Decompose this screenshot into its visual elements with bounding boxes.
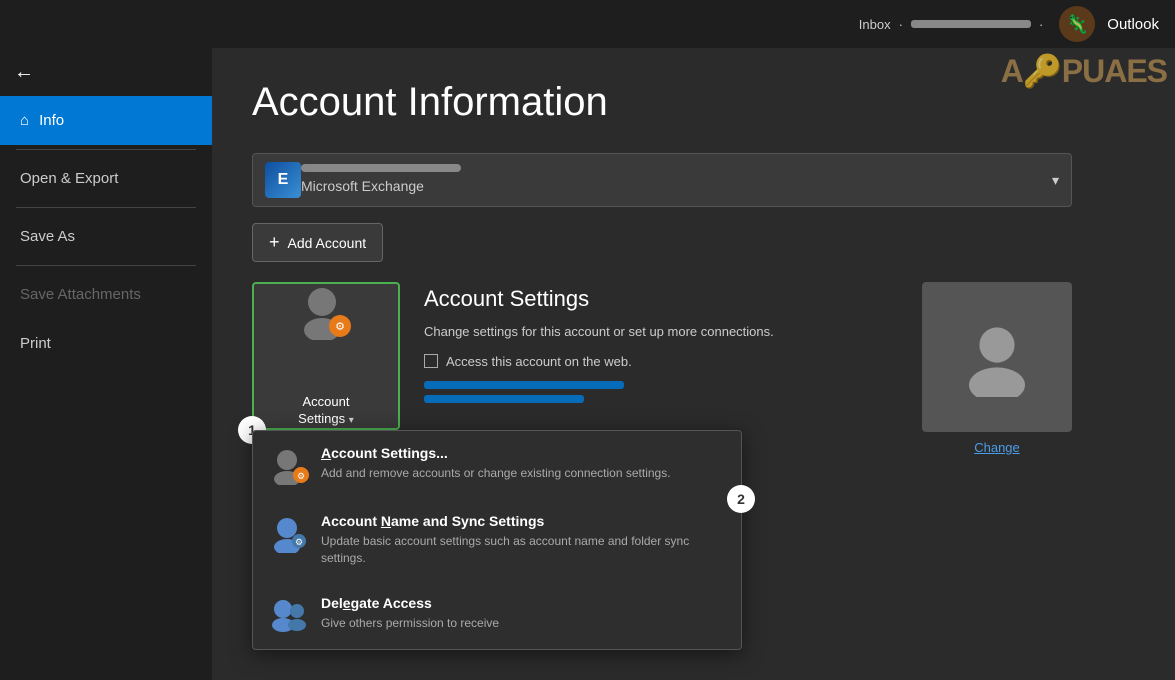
access-web-label: Access this account on the web. [446, 354, 632, 369]
circle-badge-2: 2 [727, 485, 755, 513]
dropdown-item-3-desc: Give others permission to receive [321, 615, 499, 632]
profile-picture-area: Change [922, 282, 1072, 455]
dropdown-item-3-text: Delegate Access Give others permission t… [321, 595, 499, 632]
user-avatar-icon: 🦎 [1059, 6, 1095, 42]
back-icon: ← [14, 61, 34, 84]
account-dropdown-text: Microsoft Exchange [301, 164, 1052, 196]
dropdown-item-1-text: Account Settings... Add and remove accou… [321, 445, 671, 482]
sidebar-save-attachments-label: Save Attachments [20, 286, 141, 303]
profile-picture [922, 282, 1072, 432]
svg-text:⚙: ⚙ [297, 471, 305, 481]
sidebar-divider-3 [16, 265, 196, 266]
sidebar-info-label: Info [39, 112, 64, 129]
dropdown-item-2-title: Account Name and Sync Settings [321, 513, 725, 529]
account-settings-btn-wrapper: ⚙ Account Settings ▾ 1 [252, 282, 400, 430]
page-title: Account Information [252, 80, 1135, 125]
inbox-separator: · [899, 17, 903, 32]
add-account-button[interactable]: + Add Account [252, 223, 383, 262]
sidebar-item-print[interactable]: Print [0, 319, 212, 368]
account-settings-btn-label: Account Settings ▾ [298, 394, 354, 428]
account-type-label: Microsoft Exchange [301, 178, 424, 194]
main-layout: ← ⌂ Info Open & Export Save As Save Atta… [0, 48, 1175, 680]
sidebar-item-save-attachments: Save Attachments [0, 270, 212, 319]
sidebar-divider-2 [16, 207, 196, 208]
dropdown-arrow-icon: ▾ [1052, 172, 1059, 189]
top-bar: Inbox · · 🦎 Outlook [0, 0, 1175, 48]
dropdown-item-account-settings[interactable]: ⚙ Account Settings... Add and remove acc… [253, 431, 741, 499]
account-settings-button[interactable]: ⚙ Account Settings ▾ [252, 282, 400, 430]
sidebar: ← ⌂ Info Open & Export Save As Save Atta… [0, 48, 212, 680]
svg-text:⚙: ⚙ [335, 321, 345, 333]
account-settings-arrow-icon: ▾ [349, 415, 354, 426]
dropdown-item-3-title: Delegate Access [321, 595, 499, 611]
account-email-blurred [301, 164, 461, 172]
sidebar-item-open-export[interactable]: Open & Export [0, 154, 212, 203]
account-settings-section: ⚙ Account Settings ▾ 1 Account [252, 282, 1072, 430]
back-button[interactable]: ← [0, 48, 48, 96]
sidebar-item-save-as[interactable]: Save As [0, 212, 212, 261]
exchange-icon: E [265, 162, 301, 198]
account-settings-icon: ⚙ [298, 284, 354, 339]
sidebar-divider-1 [16, 149, 196, 150]
access-web-checkbox[interactable] [424, 354, 438, 368]
account-settings-dropdown: ⚙ Account Settings... Add and remove acc… [252, 430, 742, 650]
topbar-separator2: · [1039, 17, 1043, 32]
dropdown-item-1-icon: ⚙ [269, 445, 309, 485]
dropdown-item-2-icon: ⚙ [269, 513, 309, 553]
content-area: A🔑PUAES Account Information E Microsoft … [212, 48, 1175, 680]
dropdown-item-2-text: Account Name and Sync Settings Update ba… [321, 513, 725, 567]
sidebar-save-as-label: Save As [20, 228, 75, 245]
add-account-label: Add Account [288, 235, 367, 251]
dropdown-item-2-desc: Update basic account settings such as ac… [321, 533, 725, 567]
sidebar-open-export-label: Open & Export [20, 170, 118, 187]
inbox-label: Inbox [859, 17, 891, 32]
sidebar-item-info[interactable]: ⌂ Info [0, 96, 212, 145]
dropdown-item-3-icon [269, 595, 309, 635]
plus-icon: + [269, 232, 280, 253]
change-photo-link[interactable]: Change [974, 440, 1020, 455]
dropdown-item-1-desc: Add and remove accounts or change existi… [321, 465, 671, 482]
account-dropdown[interactable]: E Microsoft Exchange ▾ [252, 153, 1072, 207]
outlook-label: Outlook [1107, 16, 1159, 33]
sidebar-print-label: Print [20, 335, 51, 352]
dropdown-item-delegate-access[interactable]: Delegate Access Give others permission t… [253, 581, 741, 649]
dropdown-item-sync-settings[interactable]: ⚙ Account Name and Sync Settings Update … [253, 499, 741, 581]
profile-silhouette-icon [957, 317, 1037, 397]
blurred-email [911, 20, 1031, 28]
home-icon: ⌂ [20, 112, 29, 129]
dropdown-item-1-title: Account Settings... [321, 445, 671, 461]
svg-text:⚙: ⚙ [295, 537, 303, 547]
